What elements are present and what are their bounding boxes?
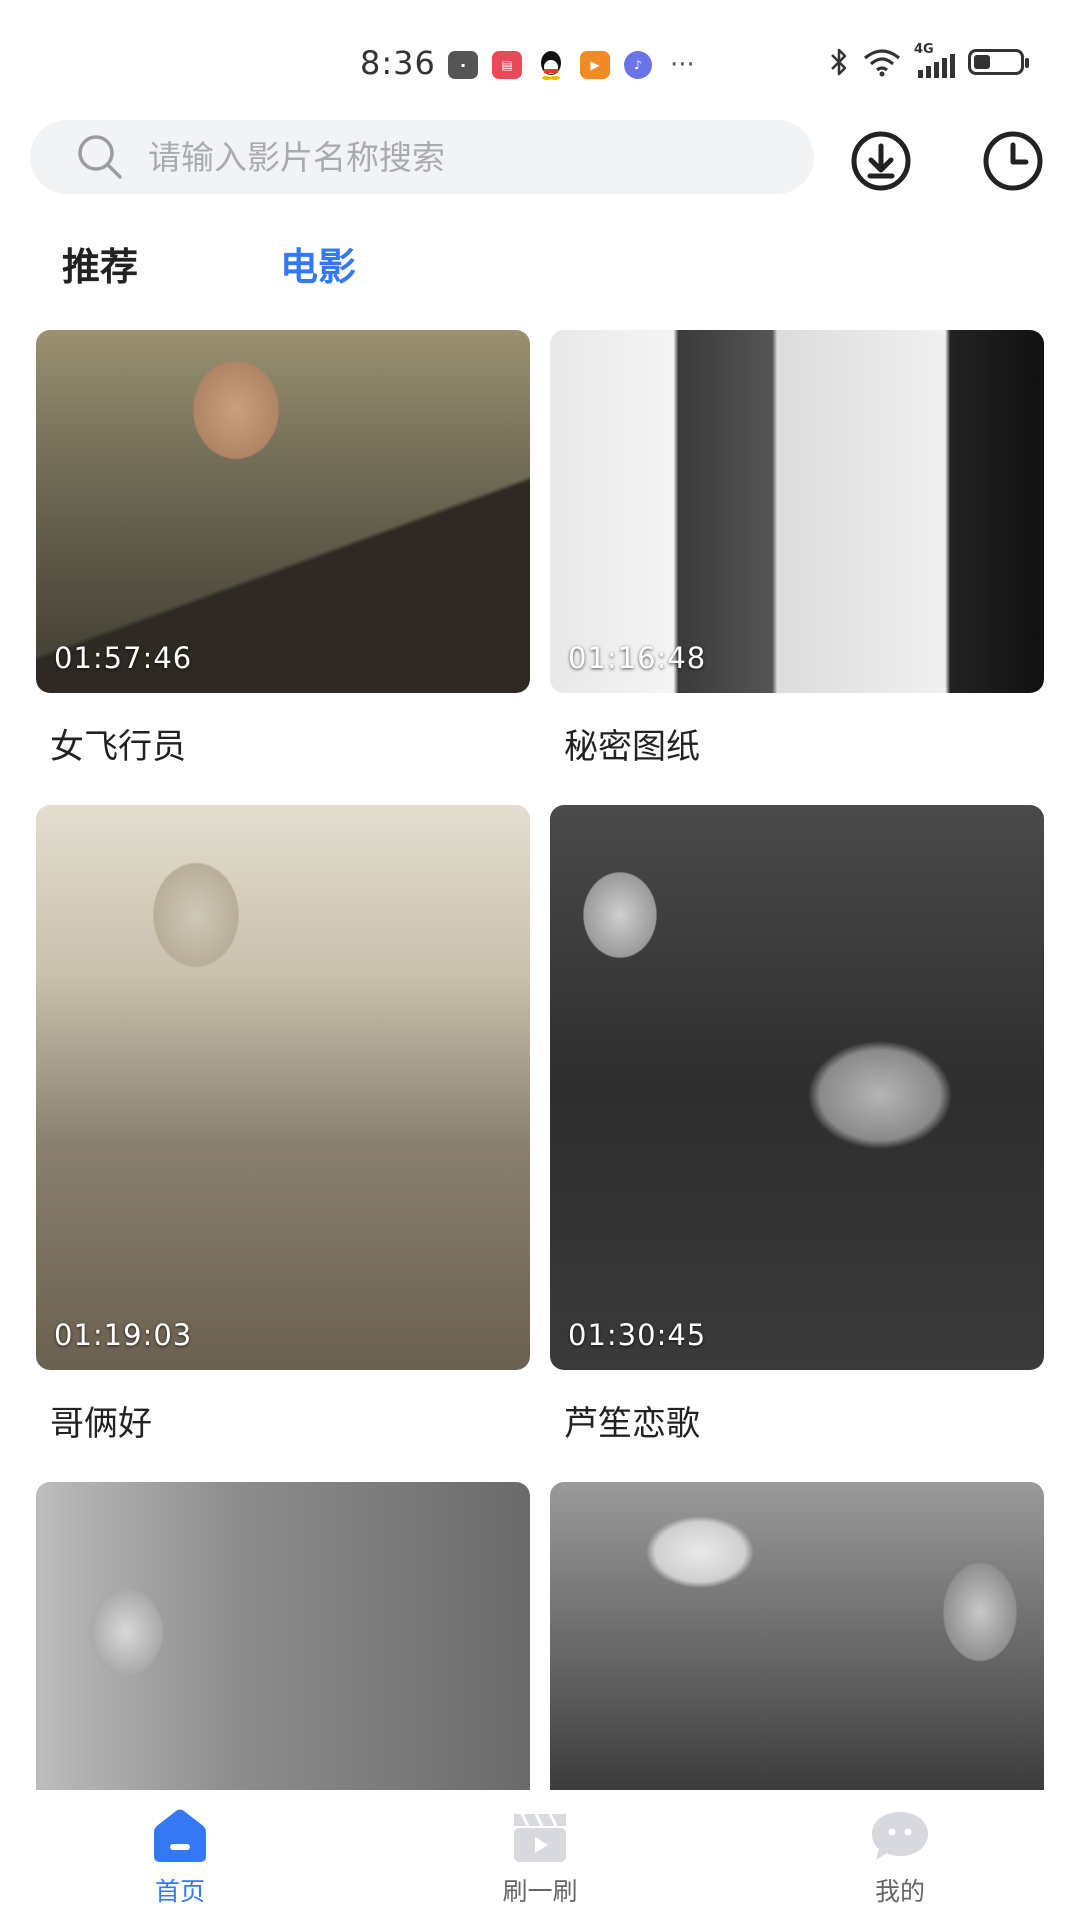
- search-input[interactable]: [146, 136, 770, 178]
- movie-thumbnail[interactable]: [36, 1482, 530, 1790]
- clapperboard-icon: [514, 1813, 566, 1862]
- status-more-icon: ···: [670, 50, 695, 80]
- movie-duration: 01:19:03: [54, 1318, 193, 1352]
- search-icon: [78, 135, 122, 179]
- cellular-signal-icon: 4G: [914, 42, 956, 78]
- qq-icon: [536, 51, 566, 80]
- bottom-navigation: 首页 刷一刷 我的: [0, 1790, 1080, 1920]
- status-bar: 8:36 ▪ ▤ ▶ ♪ ··· 4G: [0, 0, 1080, 120]
- search-bar[interactable]: [30, 120, 814, 194]
- nav-mine-label: 我的: [874, 1877, 925, 1906]
- movie-card[interactable]: 01:19:03 哥俩好: [36, 805, 530, 1445]
- nav-home[interactable]: 首页: [80, 1808, 280, 1908]
- nav-shuayishua-label: 刷一刷: [502, 1877, 578, 1906]
- status-time: 8:36: [360, 44, 436, 82]
- status-app-icons: ▪ ▤ ▶ ♪ ···: [448, 48, 695, 82]
- movie-thumbnail[interactable]: 01:30:45: [550, 805, 1044, 1370]
- movie-title[interactable]: 芦笙恋歌: [564, 1396, 1044, 1445]
- bluetooth-icon: [831, 48, 847, 76]
- wifi-icon: [863, 49, 901, 77]
- movie-thumbnail[interactable]: 01:16:48: [550, 330, 1044, 693]
- movie-card[interactable]: 01:30:45 芦笙恋歌: [550, 805, 1044, 1445]
- movie-thumbnail[interactable]: 01:57:46: [36, 330, 530, 693]
- movie-duration: 01:57:46: [54, 641, 193, 675]
- movie-title[interactable]: 哥俩好: [50, 1396, 530, 1445]
- movie-card[interactable]: [550, 1482, 1044, 1790]
- history-button[interactable]: [980, 128, 1046, 194]
- tab-movies[interactable]: 电影: [280, 236, 356, 291]
- movie-title[interactable]: 女飞行员: [50, 719, 530, 768]
- history-clock-icon: [983, 131, 1043, 191]
- nav-mine[interactable]: 我的: [800, 1808, 1000, 1908]
- huawei-store-icon: ▪: [448, 51, 478, 79]
- download-button[interactable]: [848, 128, 914, 194]
- movie-duration: 01:30:45: [568, 1318, 707, 1352]
- movie-grid: 01:57:46 女飞行员 01:16:48 秘密图纸 01:19:03 哥俩好…: [0, 330, 1080, 1790]
- nav-home-label: 首页: [154, 1877, 205, 1906]
- movie-card[interactable]: 01:16:48 秘密图纸: [550, 330, 1044, 768]
- video-app-icon: ▶: [580, 51, 610, 79]
- movie-thumbnail[interactable]: [550, 1482, 1044, 1790]
- movie-thumbnail[interactable]: 01:19:03: [36, 805, 530, 1370]
- battery-icon: [968, 49, 1029, 75]
- download-icon: [851, 131, 911, 191]
- tab-recommend[interactable]: 推荐: [62, 236, 138, 291]
- chat-bubble-icon: [872, 1812, 928, 1860]
- movie-title[interactable]: 秘密图纸: [564, 719, 1044, 768]
- music-app-icon: ♪: [624, 51, 652, 79]
- category-tabs: 推荐 电影: [0, 236, 1080, 306]
- home-icon: [154, 1809, 206, 1862]
- movie-card[interactable]: 01:57:46 女飞行员: [36, 330, 530, 768]
- book-app-icon: ▤: [492, 51, 522, 79]
- movie-duration: 01:16:48: [568, 641, 707, 675]
- movie-card[interactable]: [36, 1482, 530, 1790]
- nav-shuayishua[interactable]: 刷一刷: [440, 1808, 640, 1908]
- status-indicators: 4G: [828, 42, 1029, 78]
